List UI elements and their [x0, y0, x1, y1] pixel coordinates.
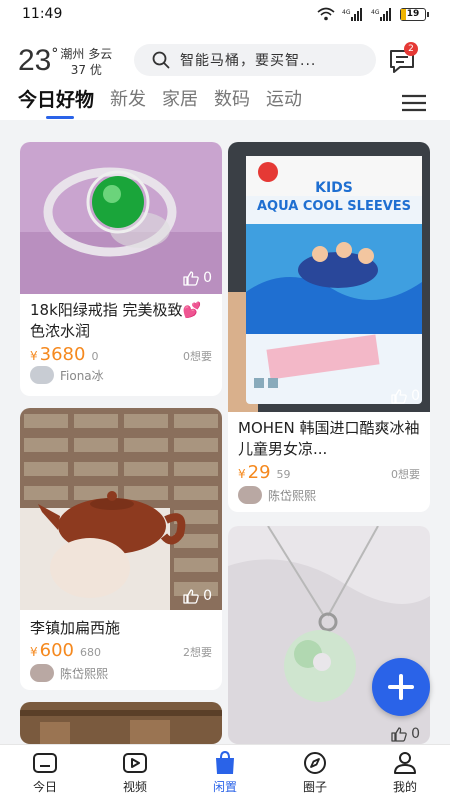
- original-price: 0: [91, 350, 99, 363]
- seller[interactable]: 陈岱熙熙: [238, 486, 316, 504]
- thumbs-up-icon: [391, 388, 407, 404]
- tab-today-picks[interactable]: 今日好物: [18, 88, 94, 119]
- price-value: 29: [247, 462, 271, 483]
- thumbs-up-icon: [391, 726, 407, 742]
- product-card[interactable]: 0 李镇加扁西施 ¥600 680 2想要 陈岱熙熙: [20, 408, 222, 690]
- price-value: 600: [39, 640, 74, 661]
- price-row: ¥29 59 0想要: [238, 462, 420, 483]
- temperature: 23: [18, 44, 52, 77]
- want-count: 0想要: [183, 350, 212, 363]
- product-card[interactable]: [20, 702, 222, 744]
- battery-icon: 19: [400, 7, 429, 21]
- price-row: ¥3680 0 0想要: [30, 344, 212, 365]
- want-count: 0想要: [391, 468, 420, 481]
- seller[interactable]: Fiona冰: [30, 366, 104, 384]
- nav-label: 今日: [32, 780, 57, 794]
- search-bar[interactable]: 智能马桶，要买智...: [134, 44, 376, 76]
- tab-new[interactable]: 新发: [110, 88, 146, 112]
- product-card[interactable]: KIDS AQUA COOL SLEEVES 0 MOHEN 韩国进口酷爽冰袖儿…: [228, 142, 430, 512]
- like-number: 0: [411, 726, 420, 742]
- like-number: 0: [411, 388, 420, 404]
- bottom-navigation: 今日 视频 闲置 圈子 我的: [0, 744, 450, 800]
- price: ¥600: [30, 640, 74, 661]
- avatar: [238, 486, 262, 504]
- category-tabs: 今日好物 新发 家居 数码 运动: [18, 88, 302, 119]
- signal-icon: 4G: [342, 7, 362, 21]
- nav-idle[interactable]: 闲置: [180, 745, 270, 800]
- status-bar: 11:49 4G 4G 19: [0, 0, 450, 28]
- search-icon: [152, 51, 170, 69]
- nav-me[interactable]: 我的: [360, 745, 450, 800]
- original-price: 680: [80, 646, 101, 659]
- like-count[interactable]: 0: [183, 588, 212, 604]
- status-time: 11:49: [22, 6, 63, 22]
- thumbs-up-icon: [183, 270, 199, 286]
- avatar: [30, 366, 54, 384]
- status-icons: 4G 4G 19: [317, 7, 429, 21]
- product-image: [20, 408, 222, 610]
- seller[interactable]: 陈岱熙熙: [30, 664, 108, 682]
- product-card[interactable]: 0 18k阳绿戒指 完美极致💕色浓水润 ¥3680 0 0想要 Fiona冰: [20, 142, 222, 396]
- add-post-button[interactable]: [372, 658, 430, 716]
- price-row: ¥600 680 2想要: [30, 640, 212, 661]
- svg-text:4G: 4G: [371, 9, 380, 16]
- temperature-unit: °: [51, 46, 59, 62]
- video-icon: [123, 753, 147, 773]
- price: ¥29: [238, 462, 271, 483]
- nav-label: 视频: [122, 780, 147, 794]
- nav-label: 闲置: [212, 780, 237, 794]
- avatar: [30, 664, 54, 682]
- wifi-icon: [317, 7, 335, 21]
- weather-info: 潮州 多云 37 优: [60, 46, 112, 78]
- tab-digital[interactable]: 数码: [214, 88, 250, 112]
- tab-home[interactable]: 家居: [162, 88, 198, 112]
- search-placeholder: 智能马桶，要买智...: [180, 53, 317, 69]
- currency: ¥: [30, 645, 38, 659]
- svg-text:AQUA COOL SLEEVES: AQUA COOL SLEEVES: [257, 199, 411, 214]
- like-count[interactable]: 0: [183, 270, 212, 286]
- svg-text:4G: 4G: [342, 9, 351, 16]
- product-image: KIDS AQUA COOL SLEEVES: [228, 142, 430, 412]
- price: ¥3680: [30, 344, 85, 365]
- thumbs-up-icon: [183, 588, 199, 604]
- menu-icon[interactable]: [402, 94, 426, 112]
- price-value: 3680: [39, 344, 86, 365]
- nav-today[interactable]: 今日: [0, 745, 90, 800]
- like-count[interactable]: 0: [391, 726, 420, 742]
- tab-sports[interactable]: 运动: [266, 88, 302, 112]
- battery-level: 19: [406, 9, 420, 19]
- nav-label: 圈子: [302, 780, 327, 794]
- currency: ¥: [30, 349, 38, 363]
- air-quality: 37 优: [70, 63, 102, 77]
- product-title: 李镇加扁西施: [30, 619, 121, 637]
- product-title: MOHEN 韩国进口酷爽冰袖儿童男女凉...: [238, 419, 420, 458]
- seller-name: 陈岱熙熙: [60, 666, 109, 681]
- nav-label: 我的: [392, 780, 417, 794]
- currency: ¥: [238, 467, 246, 481]
- like-count[interactable]: 0: [391, 388, 420, 404]
- nav-circle[interactable]: 圈子: [270, 745, 360, 800]
- compass-icon: [304, 752, 326, 774]
- like-number: 0: [203, 588, 212, 604]
- home-icon: [33, 753, 57, 773]
- weather-city: 潮州 多云: [60, 47, 113, 61]
- seller-name: Fiona冰: [60, 368, 104, 383]
- message-badge: 2: [404, 42, 418, 56]
- messages-button[interactable]: 2: [388, 42, 418, 74]
- person-icon: [394, 752, 416, 774]
- seller-name: 陈岱熙熙: [268, 488, 317, 503]
- svg-text:KIDS: KIDS: [315, 180, 353, 196]
- product-title: 18k阳绿戒指 完美极致💕色浓水润: [30, 301, 202, 340]
- weather-widget[interactable]: 23 ° 潮州 多云 37 优: [18, 44, 112, 78]
- want-count: 2想要: [183, 646, 212, 659]
- shopping-bag-icon: [216, 751, 234, 774]
- nav-video[interactable]: 视频: [90, 745, 180, 800]
- like-number: 0: [203, 270, 212, 286]
- product-image: [20, 702, 222, 744]
- signal-icon: 4G: [371, 7, 391, 21]
- header: 23 ° 潮州 多云 37 优 智能马桶，要买智... 2 今日好物 新发 家居…: [0, 28, 450, 120]
- plus-icon: [388, 674, 414, 700]
- original-price: 59: [276, 468, 291, 481]
